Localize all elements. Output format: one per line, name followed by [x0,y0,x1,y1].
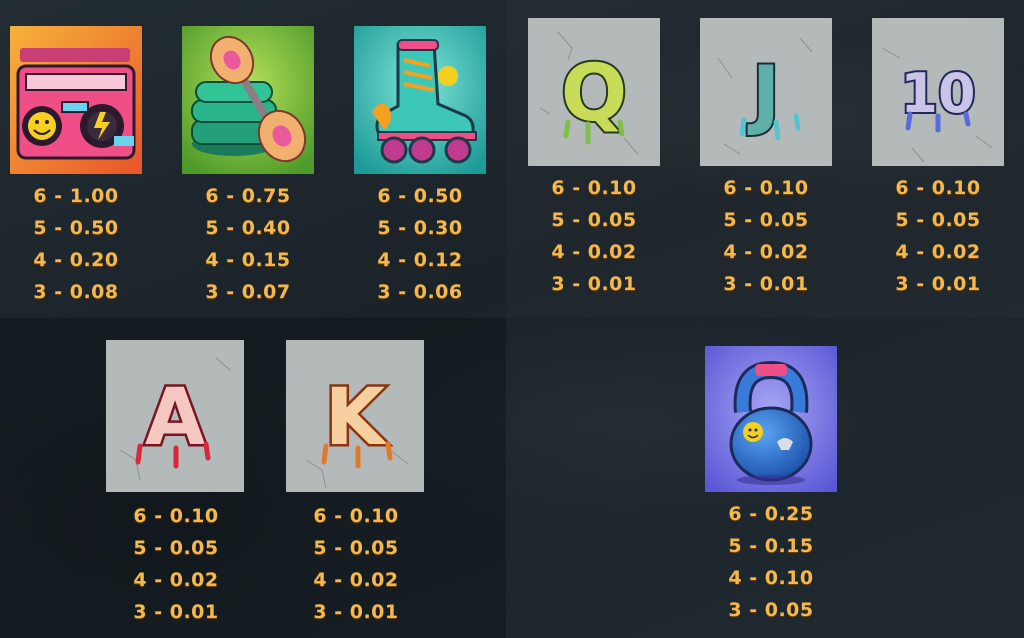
graffiti-10-icon: 10 [872,18,1004,166]
pay-row-6: 6 - 0.10 [313,505,399,527]
pay-row-5: 5 - 0.40 [205,217,291,239]
pay-row-4: 4 - 0.10 [728,567,814,589]
kettlebell-symbol [705,346,837,494]
graffiti-q-icon: Q [528,18,660,166]
pay-row-5: 5 - 0.50 [33,217,119,239]
number-10-symbol: 10 [872,18,1004,166]
letter-q-paytable: 6 - 0.10 5 - 0.05 4 - 0.02 3 - 0.01 [528,172,660,300]
pay-row-5: 5 - 0.30 [377,217,463,239]
letter-a-symbol: A [106,340,244,492]
pay-row-6: 6 - 0.75 [205,185,291,207]
pay-row-6: 6 - 0.10 [895,177,981,199]
pay-row-4: 4 - 0.02 [895,241,981,263]
graffiti-k-icon: K [286,340,424,492]
pay-row-4: 4 - 0.15 [205,249,291,271]
boombox-icon [10,26,142,174]
pay-row-3: 3 - 0.07 [205,281,291,303]
letter-j-paytable: 6 - 0.10 5 - 0.05 4 - 0.02 3 - 0.01 [700,172,832,300]
pay-row-4: 4 - 0.02 [723,241,809,263]
kettlebell-icon [705,346,837,492]
pay-row-5: 5 - 0.05 [133,537,219,559]
panel-bottom-left [0,318,506,638]
boombox-paytable: 6 - 1.00 5 - 0.50 4 - 0.20 3 - 0.08 [10,180,142,308]
letter-j-symbol: J [700,18,832,166]
svg-text:Q: Q [561,49,627,139]
pay-row-6: 6 - 0.10 [551,177,637,199]
pay-row-3: 3 - 0.01 [723,273,809,295]
boombox-symbol [10,26,142,174]
pay-row-3: 3 - 0.05 [728,599,814,621]
pay-row-5: 5 - 0.05 [895,209,981,231]
pay-row-5: 5 - 0.05 [551,209,637,231]
pay-row-4: 4 - 0.12 [377,249,463,271]
dumbbell-icon [182,26,314,174]
pay-row-6: 6 - 0.50 [377,185,463,207]
kettlebell-paytable: 6 - 0.25 5 - 0.15 4 - 0.10 3 - 0.05 [705,498,837,626]
pay-row-6: 6 - 0.25 [728,503,814,525]
roller-skate-paytable: 6 - 0.50 5 - 0.30 4 - 0.12 3 - 0.06 [354,180,486,308]
dumbbell-paytable: 6 - 0.75 5 - 0.40 4 - 0.15 3 - 0.07 [182,180,314,308]
pay-row-4: 4 - 0.02 [133,569,219,591]
roller-skate-icon [354,26,486,174]
pay-row-3: 3 - 0.01 [313,601,399,623]
roller-skate-symbol [354,26,486,174]
pay-row-3: 3 - 0.01 [133,601,219,623]
pay-row-3: 3 - 0.01 [551,273,637,295]
pay-row-5: 5 - 0.15 [728,535,814,557]
pay-row-6: 6 - 1.00 [33,185,119,207]
pay-row-3: 3 - 0.08 [33,281,119,303]
number-10-paytable: 6 - 0.10 5 - 0.05 4 - 0.02 3 - 0.01 [872,172,1004,300]
dumbbell-symbol [182,26,314,174]
pay-row-5: 5 - 0.05 [313,537,399,559]
pay-row-6: 6 - 0.10 [723,177,809,199]
pay-row-4: 4 - 0.02 [551,241,637,263]
graffiti-j-icon: J [700,18,832,166]
pay-row-6: 6 - 0.10 [133,505,219,527]
pay-row-3: 3 - 0.01 [895,273,981,295]
letter-a-paytable: 6 - 0.10 5 - 0.05 4 - 0.02 3 - 0.01 [110,500,242,628]
letter-k-symbol: K [286,340,424,492]
pay-row-3: 3 - 0.06 [377,281,463,303]
letter-k-paytable: 6 - 0.10 5 - 0.05 4 - 0.02 3 - 0.01 [290,500,422,628]
pay-row-4: 4 - 0.20 [33,249,119,271]
pay-row-4: 4 - 0.02 [313,569,399,591]
letter-q-symbol: Q [528,18,660,166]
graffiti-a-icon: A [106,340,244,492]
pay-row-5: 5 - 0.05 [723,209,809,231]
